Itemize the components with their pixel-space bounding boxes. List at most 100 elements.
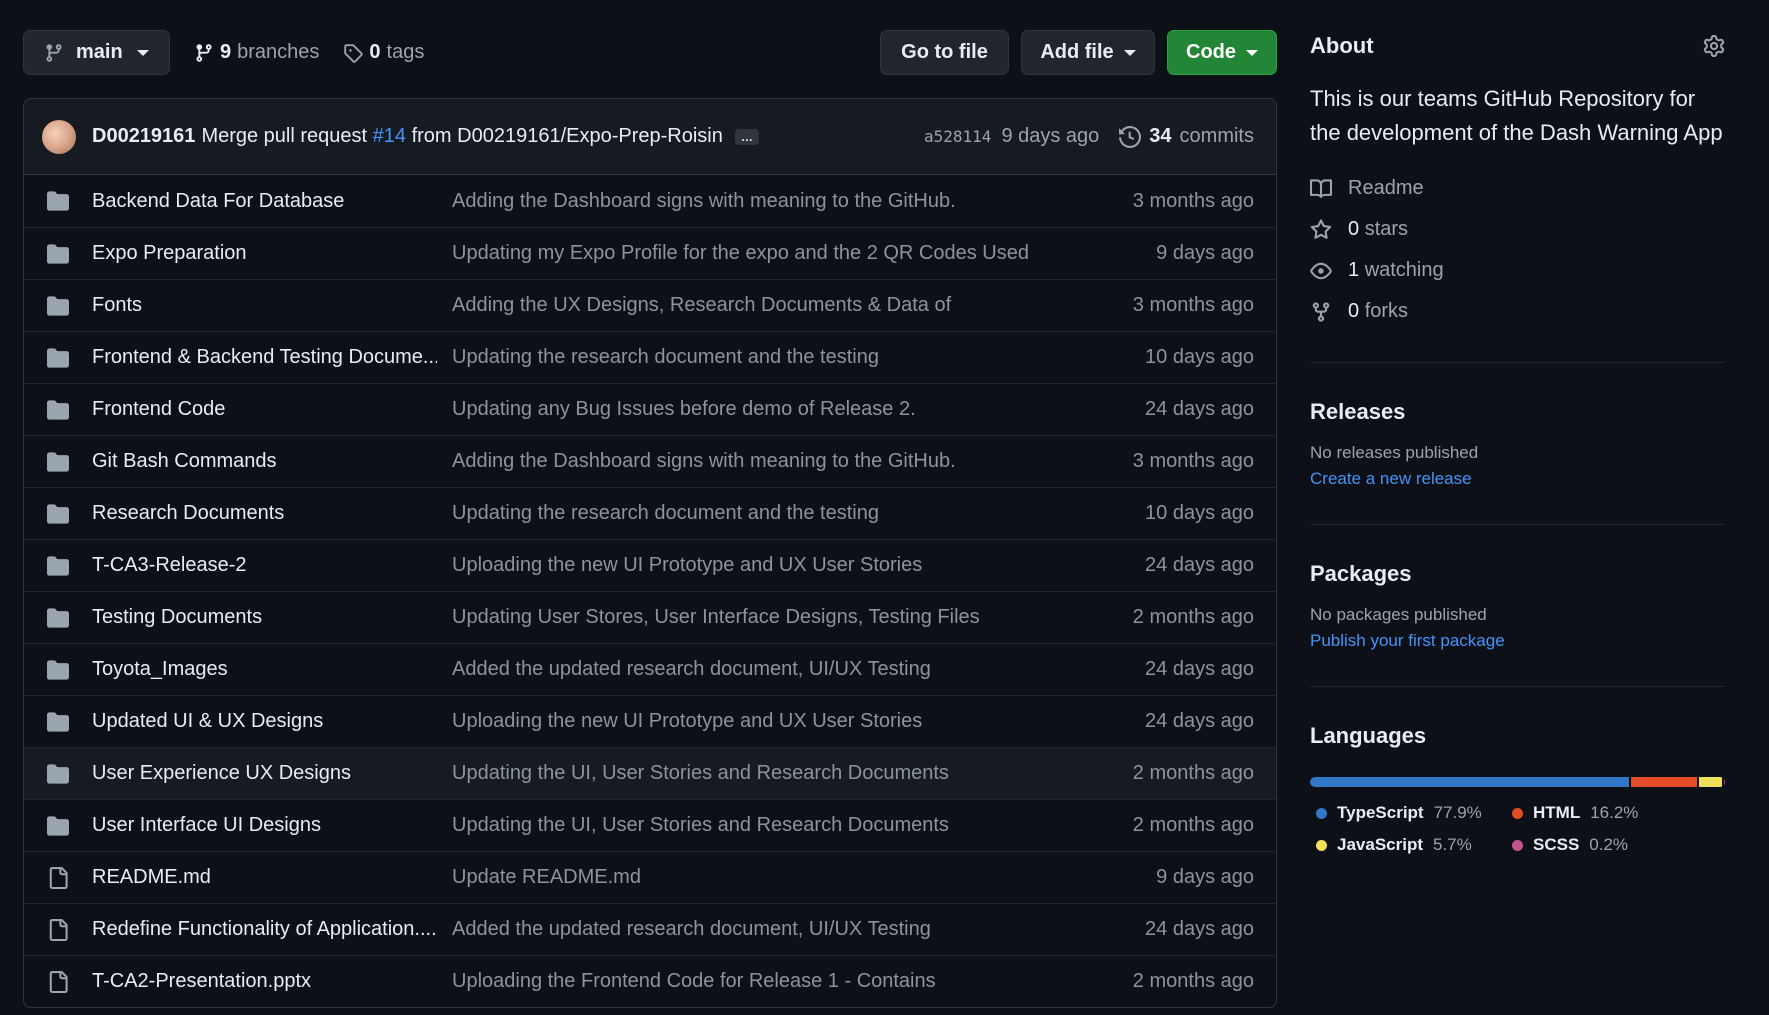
file-commit-message[interactable]: Uploading the Frontend Code for Release …: [452, 970, 1052, 993]
branch-select-button[interactable]: main: [23, 30, 170, 75]
file-icon: [49, 919, 68, 941]
branches-link[interactable]: 9 branches: [194, 41, 319, 64]
stars-link[interactable]: 0 stars: [1310, 209, 1725, 250]
file-row[interactable]: Backend Data For Database Adding the Dash…: [24, 175, 1276, 227]
avatar[interactable]: [42, 119, 76, 154]
language-dot-icon: [1512, 807, 1523, 819]
file-name[interactable]: README.md: [92, 866, 437, 889]
commit-author[interactable]: D00219161: [92, 125, 195, 148]
language-item[interactable]: TypeScript 77.9%: [1316, 803, 1486, 823]
releases-title[interactable]: Releases: [1310, 399, 1725, 425]
file-commit-message[interactable]: Updating the UI, User Stories and Resear…: [452, 762, 1052, 785]
packages-section: Packages No packages published Publish y…: [1310, 525, 1725, 651]
folder-icon: [47, 400, 69, 420]
file-commit-message[interactable]: Updating the research document and the t…: [452, 502, 1052, 525]
forks-count: 0: [1348, 300, 1360, 322]
pull-request-link[interactable]: #14: [373, 125, 406, 147]
file-commit-message[interactable]: Update README.md: [452, 866, 1052, 889]
file-row[interactable]: Frontend & Backend Testing Docume... Upda…: [24, 331, 1276, 383]
file-browser: D00219161 Merge pull request #14 from D0…: [23, 98, 1277, 1008]
file-row[interactable]: Redefine Functionality of Application...…: [24, 903, 1276, 955]
file-name[interactable]: Redefine Functionality of Application...…: [92, 918, 437, 941]
file-row[interactable]: Testing Documents Updating User Stores, U…: [24, 591, 1276, 643]
file-commit-message[interactable]: Updating any Bug Issues before demo of R…: [452, 398, 1052, 421]
language-percent: 77.9%: [1433, 803, 1482, 822]
file-commit-message[interactable]: Updating the UI, User Stories and Resear…: [452, 814, 1052, 837]
language-bar-segment: [1724, 777, 1725, 787]
repo-stats: Readme 0 stars 1 watching 0 forks: [1310, 168, 1725, 332]
file-commit-message[interactable]: Adding the UX Designs, Research Document…: [452, 294, 1052, 317]
file-row[interactable]: README.md Update README.md 9 days ago: [24, 851, 1276, 903]
file-name[interactable]: T-CA2-Presentation.pptx: [92, 970, 437, 993]
file-row[interactable]: Toyota_Images Added the updated research …: [24, 643, 1276, 695]
file-row[interactable]: Git Bash Commands Adding the Dashboard si…: [24, 435, 1276, 487]
file-commit-message[interactable]: Added the updated research document, UI/…: [452, 658, 1052, 681]
file-commit-message[interactable]: Updating the research document and the t…: [452, 346, 1052, 369]
commit-age[interactable]: 9 days ago: [1001, 125, 1099, 148]
file-row[interactable]: User Experience UX Designs Updating the U…: [24, 747, 1276, 799]
file-row[interactable]: Fonts Adding the UX Designs, Research Doc…: [24, 279, 1276, 331]
file-commit-message[interactable]: Adding the Dashboard signs with meaning …: [452, 190, 1052, 213]
folder-icon: [47, 608, 69, 628]
tags-link[interactable]: 0 tags: [343, 41, 424, 64]
file-row[interactable]: User Interface UI Designs Updating the UI…: [24, 799, 1276, 851]
language-dot-icon: [1512, 839, 1523, 851]
language-item[interactable]: HTML 16.2%: [1512, 803, 1672, 823]
file-name[interactable]: Frontend & Backend Testing Docume...: [92, 346, 437, 369]
file-actions: Go to file Add file Code: [880, 30, 1277, 75]
packages-title[interactable]: Packages: [1310, 561, 1725, 587]
latest-commit: D00219161 Merge pull request #14 from D0…: [24, 99, 1276, 175]
language-name: JavaScript: [1337, 835, 1423, 854]
file-name[interactable]: Expo Preparation: [92, 242, 437, 265]
file-row[interactable]: Frontend Code Updating any Bug Issues bef…: [24, 383, 1276, 435]
file-name[interactable]: Research Documents: [92, 502, 437, 525]
file-name[interactable]: T-CA3-Release-2: [92, 554, 437, 577]
file-commit-age: 24 days ago: [1145, 918, 1254, 940]
go-to-file-button[interactable]: Go to file: [880, 30, 1009, 75]
folder-icon: [47, 556, 69, 576]
branches-label: branches: [237, 41, 320, 63]
create-release-link[interactable]: Create a new release: [1310, 469, 1725, 489]
commit-sha[interactable]: a528114: [924, 127, 991, 146]
file-commit-message[interactable]: Uploading the new UI Prototype and UX Us…: [452, 710, 1052, 733]
commit-meta: a528114 9 days ago 34 commits: [924, 99, 1254, 174]
forks-link[interactable]: 0 forks: [1310, 291, 1725, 332]
file-name[interactable]: Toyota_Images: [92, 658, 437, 681]
file-row[interactable]: T-CA3-Release-2 Uploading the new UI Prot…: [24, 539, 1276, 591]
file-icon: [49, 971, 68, 993]
file-commit-message[interactable]: Updating my Expo Profile for the expo an…: [452, 242, 1052, 265]
file-name[interactable]: User Experience UX Designs: [92, 762, 437, 785]
file-name[interactable]: Git Bash Commands: [92, 450, 437, 473]
packages-empty: No packages published: [1310, 605, 1487, 624]
folder-icon: [47, 816, 69, 836]
add-file-button[interactable]: Add file: [1021, 30, 1155, 75]
file-name[interactable]: Testing Documents: [92, 606, 437, 629]
file-name[interactable]: User Interface UI Designs: [92, 814, 437, 837]
file-commit-message[interactable]: Added the updated research document, UI/…: [452, 918, 1052, 941]
file-commit-message[interactable]: Uploading the new UI Prototype and UX Us…: [452, 554, 1052, 577]
gear-icon[interactable]: [1703, 35, 1725, 57]
file-row[interactable]: Expo Preparation Updating my Expo Profile…: [24, 227, 1276, 279]
file-commit-message[interactable]: Adding the Dashboard signs with meaning …: [452, 450, 1052, 473]
file-row[interactable]: Updated UI & UX Designs Uploading the new…: [24, 695, 1276, 747]
publish-package-link[interactable]: Publish your first package: [1310, 631, 1725, 651]
readme-link[interactable]: Readme: [1310, 168, 1725, 209]
file-name[interactable]: Backend Data For Database: [92, 190, 437, 213]
file-commit-age: 9 days ago: [1156, 242, 1254, 264]
language-item[interactable]: SCSS 0.2%: [1512, 835, 1672, 855]
commits-history-link[interactable]: 34 commits: [1119, 125, 1254, 148]
file-row[interactable]: Research Documents Updating the research …: [24, 487, 1276, 539]
file-list: Backend Data For Database Adding the Dash…: [24, 175, 1276, 1007]
tags-count: 0: [369, 41, 381, 63]
file-name[interactable]: Frontend Code: [92, 398, 437, 421]
language-item[interactable]: JavaScript 5.7%: [1316, 835, 1486, 855]
code-button[interactable]: Code: [1167, 30, 1277, 75]
file-name[interactable]: Updated UI & UX Designs: [92, 710, 437, 733]
readme-label: Readme: [1348, 177, 1424, 199]
watchers-link[interactable]: 1 watching: [1310, 250, 1725, 291]
file-commit-message[interactable]: Updating User Stores, User Interface Des…: [452, 606, 1052, 629]
expand-commit-button[interactable]: …: [734, 128, 759, 145]
file-name[interactable]: Fonts: [92, 294, 437, 317]
commit-message[interactable]: Merge pull request #14 from D00219161/Ex…: [201, 125, 722, 148]
file-row[interactable]: T-CA2-Presentation.pptx Uploading the Fro…: [24, 955, 1276, 1007]
